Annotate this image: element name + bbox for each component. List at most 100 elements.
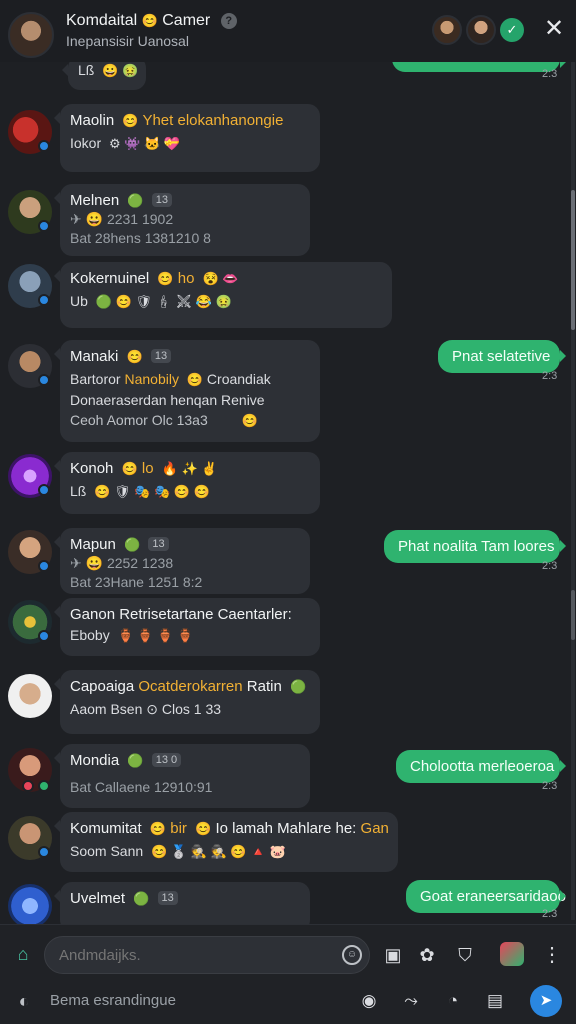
group-avatar[interactable] xyxy=(8,12,54,58)
message-text: ✈ 😀 2252 1238 xyxy=(70,555,174,571)
message-bubble[interactable]: Melnen 🟢 13 ✈ 😀 2231 1902 Bat 28hens 138… xyxy=(54,184,310,256)
clock-icon[interactable]: ◔ xyxy=(440,988,466,1014)
sender-tagline: bir xyxy=(170,820,187,837)
message-meta: Bat Callaene 12910:91 xyxy=(70,779,213,795)
sender-tagline: Yhet elokanhanongie xyxy=(142,112,284,129)
outgoing-message[interactable]: Cholootta merleoeroa xyxy=(396,750,566,783)
message-bubble[interactable]: Mapun 🟢 13 ✈ 😀 2252 1238 Bat 23Hane 1251… xyxy=(54,528,310,594)
avatar[interactable] xyxy=(8,674,52,718)
message-meta: Ceoh Aomor Olc 13a3 xyxy=(70,412,208,428)
name-emoji: 😊 xyxy=(126,349,143,364)
avatar[interactable] xyxy=(8,530,52,574)
status-badge xyxy=(22,780,34,792)
status-badge xyxy=(38,780,50,792)
sender-name: Mapun xyxy=(70,536,116,553)
message-bubble[interactable]: Uvelmet 🟢 13 xyxy=(54,882,310,924)
name-emoji: 😊 xyxy=(157,271,174,286)
scroll-thumb-secondary[interactable] xyxy=(571,590,575,640)
message-bubble[interactable]: Manaki 😊 13 Bartoror Nanobily 😊 Croandia… xyxy=(54,340,320,442)
message-text: ✈ 😀 2231 1902 xyxy=(70,211,174,227)
send-icon[interactable]: ➤ xyxy=(530,985,562,1017)
message-input[interactable] xyxy=(44,936,370,974)
sender-tagline: lo xyxy=(141,460,154,477)
mode-icon[interactable]: ◐ xyxy=(12,989,36,1013)
message-time: 2:3 xyxy=(542,68,558,80)
scrollbar[interactable] xyxy=(571,60,575,920)
message-text: Lß xyxy=(70,483,87,499)
message-bubble[interactable]: Komumitat 😊 bir 😊 Io lamah Mahlare he: G… xyxy=(54,812,398,872)
avatar[interactable] xyxy=(8,344,52,388)
message-time: 2:3 xyxy=(542,780,558,792)
message-text: Aaom Bsen ⊙ Clos 1 33 xyxy=(70,701,222,717)
sender-tagline: ho xyxy=(177,270,195,287)
message-emojis: 😊 🥈 🕵 🕵 😊 🔺 🐷 xyxy=(151,844,287,859)
status-badge xyxy=(38,630,50,642)
gif-icon[interactable]: ✿ xyxy=(414,942,440,968)
help-icon[interactable]: ? xyxy=(220,13,237,29)
message-text: Iokor xyxy=(70,135,102,151)
more-icon[interactable]: ⋮ xyxy=(542,942,562,968)
message-text: Eboby xyxy=(70,627,110,643)
avatar[interactable] xyxy=(8,454,52,498)
avatar[interactable] xyxy=(8,748,52,792)
status-badge xyxy=(38,374,50,386)
status-badge xyxy=(38,484,50,496)
message-bubble[interactable]: Ganon Retrisetartane Caentarler: Eboby 🏺… xyxy=(54,598,320,656)
level-chip: 13 xyxy=(151,193,172,207)
image-icon[interactable]: ▤ xyxy=(482,988,508,1014)
scroll-thumb[interactable] xyxy=(571,190,575,330)
outgoing-message[interactable]: Phat noalita Tam loores xyxy=(384,530,566,563)
avatar[interactable] xyxy=(8,264,52,308)
name-emoji: 🟢 xyxy=(127,193,144,208)
message-bubble[interactable]: Konoh 😊 lo 🔥 ✨ ✌ Lß 😊 🛡 🎭 🎭 😊 😊 xyxy=(54,452,320,514)
member-avatar[interactable] xyxy=(466,15,496,45)
sticker-icon[interactable]: ▣ xyxy=(380,942,406,968)
level-chip: 13 xyxy=(150,349,172,363)
reaction-emoji[interactable]: 😊 xyxy=(242,413,258,429)
name-emoji: 🟢 xyxy=(127,753,144,768)
home-icon[interactable]: ⌂ xyxy=(12,943,34,965)
sender-name: Maolin xyxy=(70,112,115,129)
sender-name: Komumitat xyxy=(70,820,142,837)
level-chip: 13 xyxy=(148,537,169,551)
status-badge xyxy=(38,560,50,572)
avatar[interactable] xyxy=(8,110,52,154)
emoji-icon[interactable]: ☺ xyxy=(342,945,362,965)
name-emoji: 🟢 xyxy=(124,537,141,552)
avatar[interactable] xyxy=(8,190,52,234)
message-text: Donaeraserdan henqan Renive xyxy=(70,392,265,408)
name-emoji: 😊 xyxy=(122,113,139,128)
sender-name: Mondia xyxy=(70,752,120,769)
chat-area[interactable]: Komdaital 😊 Camer ? Inepansisir Uanosal … xyxy=(0,0,576,924)
outgoing-message[interactable]: Goat eraneersaridaoo xyxy=(406,880,566,913)
message-emojis: 😀 🤢 xyxy=(102,63,139,78)
avatar[interactable] xyxy=(8,816,52,860)
sender-tagline: Ocatderokarren xyxy=(138,678,243,695)
name-emoji: 🟢 xyxy=(133,891,150,906)
app-icon[interactable] xyxy=(500,942,524,966)
avatar[interactable] xyxy=(8,884,52,924)
message-text: Ub xyxy=(70,293,88,309)
message-time: 2:3 xyxy=(542,370,558,382)
chat-title-text: Komdaital xyxy=(66,12,138,29)
avatar[interactable] xyxy=(8,600,52,644)
outgoing-message[interactable]: Pnat selatetive xyxy=(438,340,566,373)
level-chip: 13 0 xyxy=(151,753,182,767)
member-avatar[interactable] xyxy=(432,15,462,45)
message-emojis: 🏺 🏺 🏺 🏺 xyxy=(117,628,194,643)
status-badge xyxy=(38,140,50,152)
composer-hint: Bema esrandingue xyxy=(50,992,176,1009)
chat-title: Komdaital 😊 Camer ? xyxy=(66,12,237,30)
verified-icon[interactable]: ✓ xyxy=(500,18,524,42)
share-icon[interactable]: ⤳ xyxy=(398,988,424,1014)
status-badge xyxy=(38,846,50,858)
name-emoji: 😵 👄 xyxy=(202,271,239,286)
close-icon[interactable]: ✕ xyxy=(541,16,567,42)
shield-icon[interactable]: ⛉ xyxy=(452,942,478,968)
message-bubble[interactable]: Maolin 😊 Yhet elokanhanongie Iokor ⚙ 👾 🐱… xyxy=(54,104,320,172)
message-emojis: 🟢 😊 🛡 🕯 ⚔ 😂 🤢 xyxy=(95,294,232,309)
message-bubble[interactable]: Capoaiga Ocatderokarren Ratin 🟢 Aaom Bse… xyxy=(54,670,320,734)
message-bubble[interactable]: Mondia 🟢 13 0 Bat Callaene 12910:91 xyxy=(54,744,310,808)
message-bubble[interactable]: Kokernuinel 😊 ho 😵 👄 Ub 🟢 😊 🛡 🕯 ⚔ 😂 🤢 xyxy=(54,262,392,328)
eye-icon[interactable]: ◉ xyxy=(356,988,382,1014)
